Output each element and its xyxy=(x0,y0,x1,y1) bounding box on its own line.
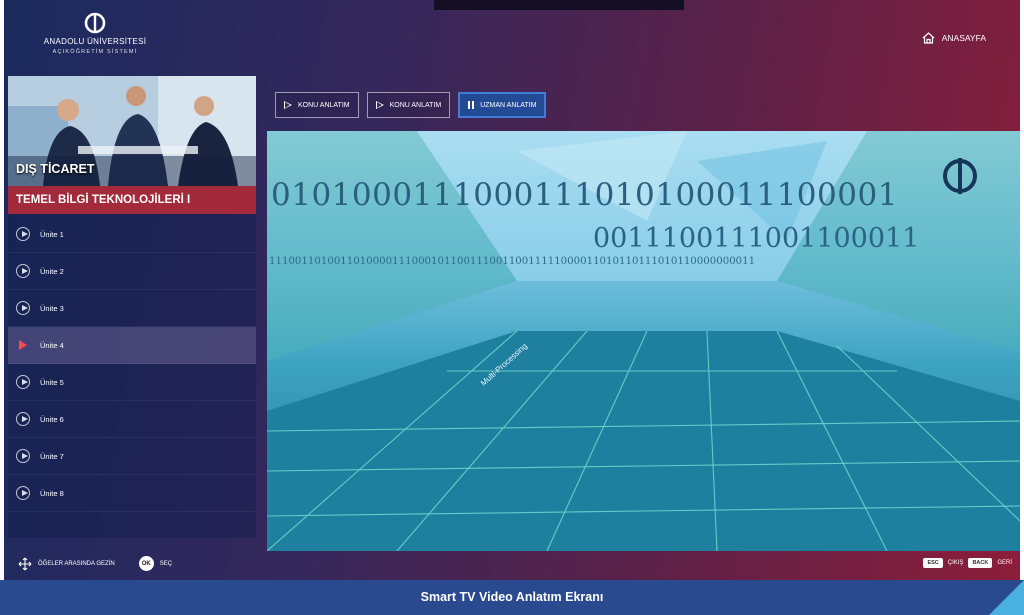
corner-decoration xyxy=(989,580,1024,615)
exit-hint: ÇIKIŞ xyxy=(947,560,964,566)
unit-label: Ünite 3 xyxy=(40,303,64,313)
smart-tv-app: ANADOLU ÜNİVERSİTESİ AÇIKÖĞRETİM SİSTEMİ… xyxy=(4,0,1020,580)
play-circle-icon xyxy=(16,301,30,315)
unit-label: Ünite 1 xyxy=(40,229,64,239)
course-title: TEMEL BİLGİ TEKNOLOJİLERİ I xyxy=(8,186,256,214)
play-circle-icon xyxy=(16,449,30,463)
figure-caption: Smart TV Video Anlatım Ekranı xyxy=(0,580,1024,615)
unit-label: Ünite 4 xyxy=(40,340,64,350)
play-icon xyxy=(375,101,384,109)
unit-item-4[interactable]: Ünite 4 xyxy=(8,327,256,364)
course-hero-image: DIŞ TİCARET xyxy=(8,76,256,186)
play-circle-icon xyxy=(16,486,30,500)
unit-item-2[interactable]: Ünite 2 xyxy=(8,253,256,290)
play-icon xyxy=(284,101,292,109)
video-player[interactable]: 0101000111000111010100011100001 00111001… xyxy=(267,131,1020,551)
unit-item-8[interactable]: Ünite 8 xyxy=(8,475,256,512)
tab-label: KONU ANLATIM xyxy=(298,101,350,109)
dpad-arrows-icon xyxy=(18,557,32,570)
binary-text-3: 1110011010011010000111000101100111001100… xyxy=(269,256,756,267)
tab-uzman-anlatim[interactable]: UZMAN ANLATIM xyxy=(458,92,547,118)
back-key-icon: BACK xyxy=(968,558,993,568)
play-circle-icon xyxy=(16,227,30,241)
top-band xyxy=(434,0,684,10)
select-hint: SEÇ xyxy=(159,560,173,567)
course-sidebar: DIŞ TİCARET TEMEL BİLGİ TEKNOLOJİLERİ I … xyxy=(8,76,256,538)
esc-key-icon: ESC xyxy=(923,558,943,568)
anadolu-logo-icon xyxy=(84,12,106,34)
back-hint: GERİ xyxy=(997,560,1012,566)
unit-item-1[interactable]: Ünite 1 xyxy=(8,216,256,253)
unit-label: Ünite 2 xyxy=(40,266,64,276)
unit-item-7[interactable]: Ünite 7 xyxy=(8,438,256,475)
university-logo: ANADOLU ÜNİVERSİTESİ AÇIKÖĞRETİM SİSTEMİ xyxy=(30,12,160,55)
home-button[interactable]: ANASAYFA xyxy=(922,32,986,44)
navigate-hint: ÖĞELER ARASINDA GEZİN xyxy=(38,560,115,567)
unit-label: Ünite 8 xyxy=(40,488,64,498)
unit-item-6[interactable]: Ünite 6 xyxy=(8,401,256,438)
home-icon xyxy=(922,32,935,44)
pause-icon xyxy=(468,101,475,109)
home-label: ANASAYFA xyxy=(941,33,986,43)
play-icon xyxy=(16,338,30,352)
ok-key-icon: OK xyxy=(138,556,154,571)
tab-label: UZMAN ANLATIM xyxy=(480,101,537,109)
unit-label: Ünite 7 xyxy=(40,451,64,461)
system-name: AÇIKÖĞRETİM SİSTEMİ xyxy=(52,49,138,55)
remote-hints-bar: ÖĞELER ARASINDA GEZİN OK SEÇ ESC ÇIKIŞ B… xyxy=(4,552,1020,580)
unit-label: Ünite 5 xyxy=(40,377,64,387)
play-circle-icon xyxy=(16,264,30,278)
play-circle-icon xyxy=(16,375,30,389)
lecture-tabs: KONU ANLATIM KONU ANLATIM UZMAN ANLATIM xyxy=(275,92,547,118)
binary-text-1: 0101000111000111010100011100001 xyxy=(271,177,898,213)
unit-item-5[interactable]: Ünite 5 xyxy=(8,364,256,401)
play-circle-icon xyxy=(16,412,30,426)
tab-konu-anlatim-1[interactable]: KONU ANLATIM xyxy=(275,92,359,118)
university-name: ANADOLU ÜNİVERSİTESİ xyxy=(43,37,147,46)
unit-label: Ünite 6 xyxy=(40,414,64,424)
tab-konu-anlatim-2[interactable]: KONU ANLATIM xyxy=(366,92,451,118)
tab-label: KONU ANLATIM xyxy=(389,101,442,109)
course-category: DIŞ TİCARET xyxy=(16,162,95,176)
unit-list: Ünite 1 Ünite 2 Ünite 3 Ünite 4 Ünite 5 … xyxy=(8,216,256,512)
binary-text-2: 0011100111001100011 xyxy=(593,223,920,254)
unit-item-3[interactable]: Ünite 3 xyxy=(8,290,256,327)
